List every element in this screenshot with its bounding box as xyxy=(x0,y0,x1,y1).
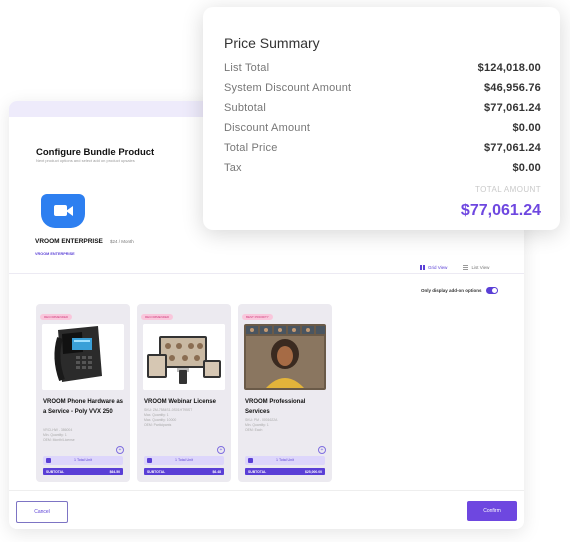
unit-label: 1 Total Unit xyxy=(175,458,193,462)
confirm-button[interactable]: Confirm xyxy=(467,501,517,521)
cancel-button[interactable]: Cancel xyxy=(16,501,68,523)
price-summary-title: Price Summary xyxy=(224,35,320,51)
priority-badge: BEST PRIORITY xyxy=(242,314,273,320)
summary-value: $77,061.24 xyxy=(483,102,541,114)
summary-label: Tax xyxy=(224,162,242,174)
subtotal-label: SUBTOTAL xyxy=(147,469,166,474)
summary-value: $77,061.24 xyxy=(483,142,541,154)
recommended-badge: RECOMMENDED xyxy=(40,314,73,320)
total-amount-value: $77,061.24 xyxy=(460,202,541,219)
unit-label: 1 Total Unit xyxy=(276,458,294,462)
subtotal-value: $25,000.00 xyxy=(305,469,322,474)
list-view-label: List View xyxy=(471,265,490,270)
grid-view-label: Grid View xyxy=(428,264,448,270)
card-meta-line: OEM: Each xyxy=(245,428,263,432)
summary-row-tax: Tax $0.00 xyxy=(224,162,541,178)
product-link[interactable]: VROOM ENTERPRISE xyxy=(35,252,75,256)
recommended-badge: RECOMMENDED xyxy=(141,314,174,320)
only-addon-toggle[interactable] xyxy=(486,287,498,294)
summary-label: Discount Amount xyxy=(224,122,311,134)
webinar-devices-image xyxy=(143,324,225,390)
add-circle-icon[interactable]: + xyxy=(116,446,124,454)
summary-row-system-discount: System Discount Amount $46,956.76 xyxy=(224,82,541,98)
video-call-image xyxy=(244,324,326,390)
summary-value: $46,956.76 xyxy=(483,82,541,94)
add-circle-icon[interactable]: + xyxy=(217,446,225,454)
summary-row-list-total: List Total $124,018.00 xyxy=(224,62,541,78)
summary-label: Subtotal xyxy=(224,102,266,114)
divider xyxy=(9,273,524,274)
action-footer: Cancel Confirm xyxy=(9,490,524,529)
only-addon-label: Only display add-on options xyxy=(421,288,482,293)
subtotal-label: SUBTOTAL xyxy=(248,469,267,474)
price-summary-card: Price Summary List Total $124,018.00 Sys… xyxy=(203,7,560,230)
list-icon xyxy=(463,265,469,270)
product-card[interactable]: RECOMMENDED VROOM Phone Hardware as a Se… xyxy=(36,304,130,482)
unit-row[interactable]: 1 Total Unit xyxy=(43,456,123,465)
card-title: VROOM Webinar License xyxy=(144,399,216,405)
subtotal-value: $6.48 xyxy=(212,469,222,474)
summary-value: $0.00 xyxy=(512,162,541,174)
card-meta-line: OEM: Month/License xyxy=(43,438,75,442)
product-card[interactable]: BEST PRIORITY VROOM Professional Service… xyxy=(238,304,332,482)
desk-phone-image xyxy=(42,324,124,390)
summary-label: System Discount Amount xyxy=(224,82,352,94)
configure-title: Configure Bundle Product xyxy=(36,147,155,158)
unit-row[interactable]: 1 Total Unit xyxy=(245,456,325,465)
summary-value: $124,018.00 xyxy=(477,62,541,74)
grid-icon xyxy=(420,264,425,270)
unit-label: 1 Total Unit xyxy=(74,458,92,462)
video-camera-icon xyxy=(41,194,85,228)
summary-value: $0.00 xyxy=(512,122,541,134)
product-price: $24 / Month xyxy=(110,239,134,244)
total-amount-label: TOTAL AMOUNT xyxy=(475,185,541,194)
summary-row-total-price: Total Price $77,061.24 xyxy=(224,142,541,158)
unit-row[interactable]: 1 Total Unit xyxy=(144,456,224,465)
subtotal-row: SUBTOTAL $6.48 xyxy=(144,468,224,475)
configure-subtitle: Next product options and select add on p… xyxy=(36,158,135,163)
card-meta-line: OEM: Participants xyxy=(144,423,172,427)
card-title: VROOM Phone Hardware as a Service - Poly… xyxy=(43,399,124,415)
subtotal-row: SUBTOTAL $64.50 xyxy=(43,468,123,475)
product-name: VROOM ENTERPRISE xyxy=(35,238,103,245)
summary-row-discount: Discount Amount $0.00 xyxy=(224,122,541,138)
summary-row-subtotal: Subtotal $77,061.24 xyxy=(224,102,541,118)
summary-label: Total Price xyxy=(224,142,278,154)
card-title: VROOM Professional Services xyxy=(245,399,306,415)
summary-label: List Total xyxy=(224,62,270,74)
subtotal-label: SUBTOTAL xyxy=(46,469,65,474)
product-card[interactable]: RECOMMENDED VROOM Webinar License SKU: Z… xyxy=(137,304,231,482)
subtotal-row: SUBTOTAL $25,000.00 xyxy=(245,468,325,475)
add-circle-icon[interactable]: + xyxy=(318,446,326,454)
subtotal-value: $64.50 xyxy=(109,469,120,474)
